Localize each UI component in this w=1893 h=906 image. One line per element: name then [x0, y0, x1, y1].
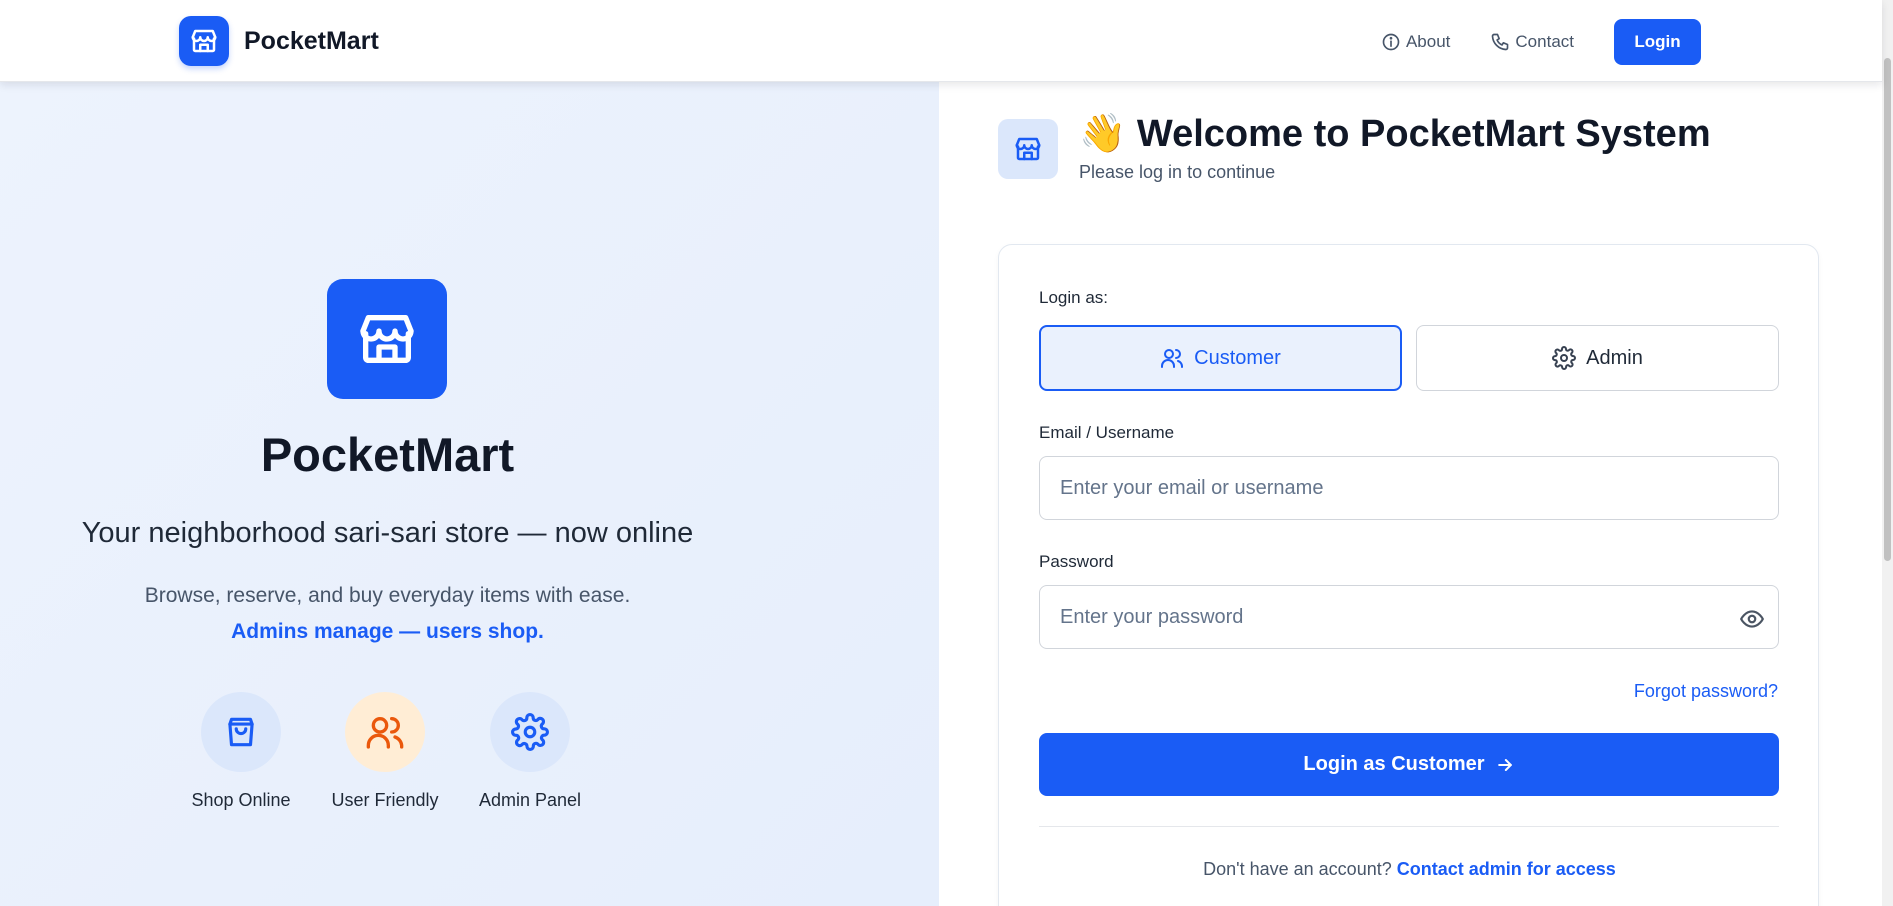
role-customer-label: Customer — [1194, 346, 1281, 369]
email-field[interactable] — [1039, 456, 1779, 520]
phone-icon — [1492, 33, 1509, 51]
eye-icon[interactable] — [1739, 606, 1765, 632]
password-field[interactable] — [1039, 585, 1779, 649]
login-panel: 👋 Welcome to PocketMart System Please lo… — [939, 82, 1882, 906]
users-icon — [1161, 349, 1184, 368]
nav-about-link[interactable]: About — [1381, 32, 1450, 52]
divider — [1039, 826, 1779, 827]
nav-menu: About Contact Login — [1381, 19, 1701, 65]
hero-panel: PocketMart Your neighborhood sari-sari s… — [0, 82, 939, 906]
password-label: Password — [1039, 552, 1114, 571]
forgot-password-link[interactable]: Forgot password? — [1634, 681, 1778, 702]
hero-accent-text: Admins manage — users shop. — [231, 620, 544, 643]
feature-user-friendly: User Friendly — [315, 692, 455, 811]
welcome-subtitle: Please log in to continue — [1079, 162, 1276, 182]
feature-label: Admin Panel — [478, 790, 582, 810]
wave-emoji: 👋 — [1079, 113, 1127, 155]
page-scrollbar[interactable] — [1882, 0, 1893, 906]
feature-label: User Friendly — [331, 790, 439, 810]
welcome-title: Welcome to PocketMart System — [1136, 113, 1711, 155]
feature-label: Shop Online — [191, 790, 291, 810]
header-login-button[interactable]: Login — [1614, 19, 1701, 65]
nav-about-label: About — [1405, 32, 1451, 51]
role-label: Login as: — [1039, 288, 1108, 307]
email-label: Email / Username — [1039, 423, 1175, 442]
store-icon — [327, 279, 447, 399]
login-submit-label: Login as Customer — [1303, 753, 1485, 775]
role-admin-label: Admin — [1586, 346, 1643, 369]
signup-prompt-text: Don't have an account? — [1203, 859, 1392, 879]
gear-icon — [1552, 346, 1577, 370]
role-customer-button[interactable]: Customer — [1039, 325, 1402, 391]
store-icon — [179, 16, 229, 66]
arrow-right-icon — [1497, 758, 1512, 771]
login-submit-button[interactable]: Login as Customer — [1039, 733, 1779, 796]
feature-shop-online: Shop Online — [171, 692, 311, 811]
hero-description: Browse, reserve, and buy everyday items … — [144, 584, 631, 607]
shopping-bag-icon — [201, 692, 281, 772]
nav-contact-link[interactable]: Contact — [1490, 32, 1574, 52]
hero-tagline: Your neighborhood sari-sari store — now … — [81, 517, 694, 549]
brand-name: PocketMart — [244, 26, 379, 55]
scrollbar-thumb[interactable] — [1884, 58, 1891, 561]
nav-contact-label: Contact — [1515, 32, 1574, 51]
gear-icon — [490, 692, 570, 772]
contact-admin-link[interactable]: Contact admin for access — [1397, 859, 1616, 879]
top-navbar: PocketMart About Contact Login — [0, 0, 1882, 82]
hero-title: PocketMart — [260, 428, 515, 481]
welcome-heading: 👋 Welcome to PocketMart System — [1079, 112, 1711, 156]
info-icon — [1382, 33, 1400, 51]
signup-prompt: Don't have an account? Contact admin for… — [999, 859, 1820, 880]
users-icon — [345, 692, 425, 772]
feature-admin-panel: Admin Panel — [460, 692, 600, 811]
role-admin-button[interactable]: Admin — [1416, 325, 1779, 391]
brand[interactable]: PocketMart — [179, 16, 379, 66]
store-icon — [998, 119, 1058, 179]
login-form-card: Login as: Customer Admin Email / Usernam… — [998, 244, 1819, 906]
